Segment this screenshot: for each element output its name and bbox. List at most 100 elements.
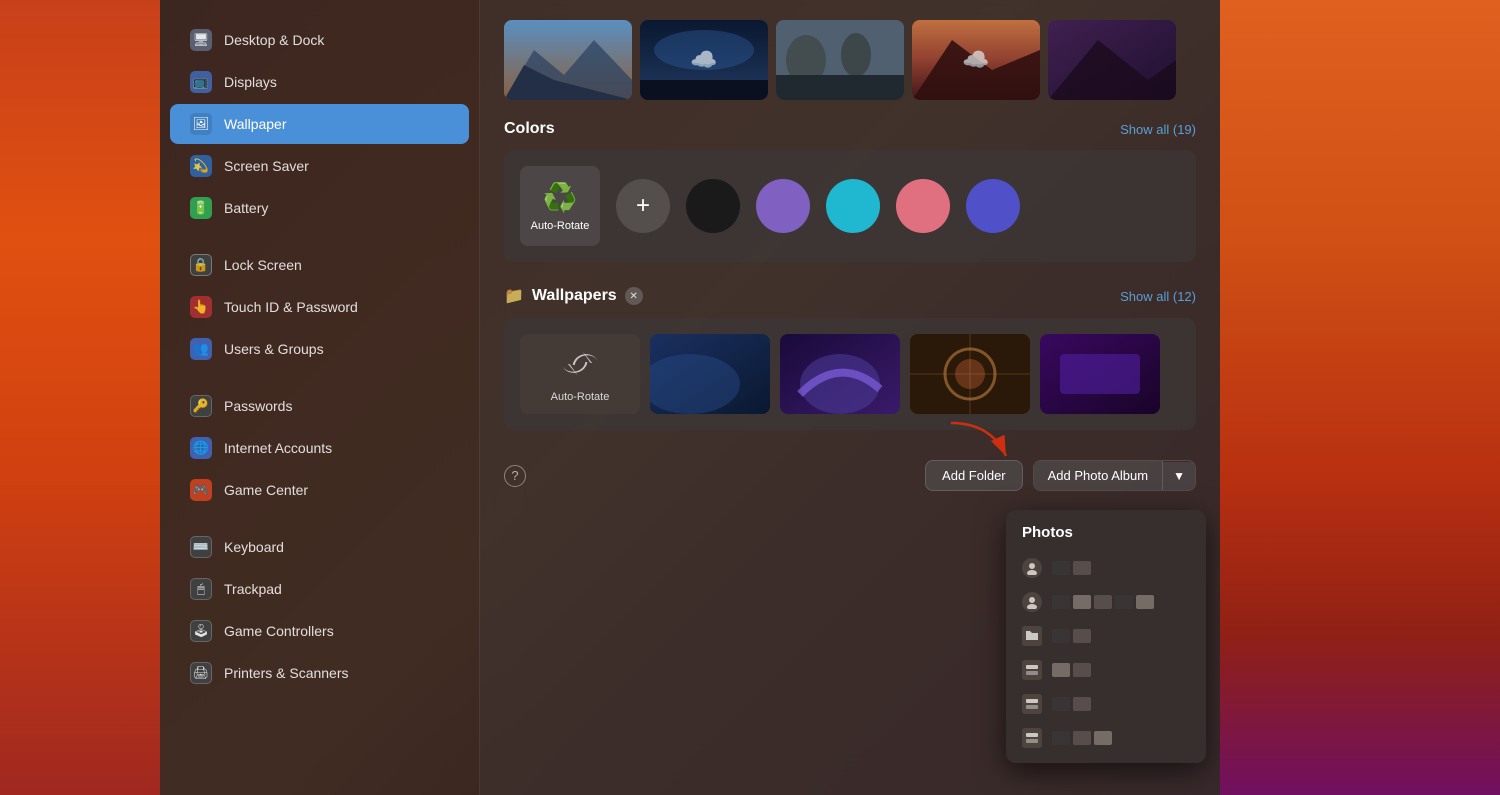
- game-center-icon: 🎮: [190, 479, 212, 501]
- help-button[interactable]: ?: [504, 465, 526, 487]
- wallpapers-header: 📁 Wallpapers ✕ Show all (12): [504, 286, 1196, 306]
- sidebar-item-game-center[interactable]: 🎮 Game Center: [170, 470, 469, 510]
- add-photo-album-button-group: Add Photo Album ▼: [1033, 460, 1196, 491]
- thumb-dark: [1052, 697, 1070, 711]
- dropdown-item-thumbs-4: [1052, 663, 1091, 677]
- main-window: 🖥 Desktop & Dock 📺 Displays 🖼 Wallpaper …: [160, 0, 1220, 795]
- thumb-light2: [1136, 595, 1154, 609]
- screen-saver-icon: 💫: [190, 155, 212, 177]
- stack-icon-1: [1022, 660, 1042, 680]
- folder-icon: 📁: [504, 286, 524, 306]
- color-swatch-black[interactable]: [686, 179, 740, 233]
- sidebar-item-lock-screen[interactable]: 🔒 Lock Screen: [170, 245, 469, 285]
- wallpapers-section: 📁 Wallpapers ✕ Show all (12) Auto-Rotate: [504, 286, 1196, 430]
- dropdown-item-6[interactable]: [1006, 721, 1206, 755]
- colors-show-all[interactable]: Show all (19): [1120, 122, 1196, 137]
- color-swatch-purple[interactable]: [756, 179, 810, 233]
- colors-auto-rotate-button[interactable]: ♻️ Auto-Rotate: [520, 166, 600, 246]
- thumb-dark: [1052, 595, 1070, 609]
- desktop-dock-icon: 🖥: [190, 29, 212, 51]
- sidebar-item-wallpaper[interactable]: 🖼 Wallpaper: [170, 104, 469, 144]
- sidebar-item-trackpad[interactable]: 🖱 Trackpad: [170, 569, 469, 609]
- sidebar-item-desktop-dock[interactable]: 🖥 Desktop & Dock: [170, 20, 469, 60]
- wallpapers-show-all[interactable]: Show all (12): [1120, 289, 1196, 304]
- dropdown-item-thumbs-1: [1052, 561, 1091, 575]
- dropdown-item-3[interactable]: [1006, 619, 1206, 653]
- dropdown-item-thumbs-6: [1052, 731, 1112, 745]
- sidebar-item-keyboard[interactable]: ⌨️ Keyboard: [170, 527, 469, 567]
- wallpaper-item-1[interactable]: [650, 334, 770, 414]
- add-folder-label: Add Folder: [942, 468, 1006, 483]
- battery-icon: 🔋: [190, 197, 212, 219]
- sidebar-item-label: Game Controllers: [224, 623, 334, 639]
- sidebar-item-label: Lock Screen: [224, 257, 302, 273]
- color-swatch-pink[interactable]: [896, 179, 950, 233]
- sidebar-item-label: Trackpad: [224, 581, 282, 597]
- wallpaper-thumb-2[interactable]: ☁️: [640, 20, 768, 100]
- wallpaper-item-3[interactable]: [910, 334, 1030, 414]
- dropdown-item-2[interactable]: [1006, 585, 1206, 619]
- users-groups-icon: 👥: [190, 338, 212, 360]
- sidebar-item-label: Displays: [224, 74, 277, 90]
- wallpaper-thumb-4[interactable]: ☁️: [912, 20, 1040, 100]
- cloud-download-icon-2: ☁️: [690, 47, 717, 73]
- sidebar-item-label: Keyboard: [224, 539, 284, 555]
- dropdown-item-4[interactable]: [1006, 653, 1206, 687]
- sidebar-item-battery[interactable]: 🔋 Battery: [170, 188, 469, 228]
- colors-title: Colors: [504, 120, 555, 138]
- dropdown-item-thumbs-3: [1052, 629, 1091, 643]
- colors-grid: ♻️ Auto-Rotate +: [504, 150, 1196, 262]
- wallpapers-grid: Auto-Rotate: [504, 318, 1196, 430]
- stack-icon-2: [1022, 694, 1042, 714]
- sidebar-item-label: Touch ID & Password: [224, 299, 358, 315]
- displays-icon: 📺: [190, 71, 212, 93]
- thumb-medium: [1073, 731, 1091, 745]
- sidebar-item-screen-saver[interactable]: 💫 Screen Saver: [170, 146, 469, 186]
- sidebar: 🖥 Desktop & Dock 📺 Displays 🖼 Wallpaper …: [160, 0, 480, 795]
- dropdown-item-thumbs-2: [1052, 595, 1154, 609]
- thumb-medium: [1073, 561, 1091, 575]
- add-photo-album-dropdown-button[interactable]: ▼: [1163, 462, 1195, 490]
- wallpaper-item-4[interactable]: [1040, 334, 1160, 414]
- sidebar-item-printers[interactable]: 🖨 Printers & Scanners: [170, 653, 469, 693]
- wallpaper-thumb-3[interactable]: [776, 20, 904, 100]
- person-icon-2: [1022, 592, 1042, 612]
- add-color-button[interactable]: +: [616, 179, 670, 233]
- dropdown-item-5[interactable]: [1006, 687, 1206, 721]
- thumb-medium: [1094, 595, 1112, 609]
- color-swatch-blue-purple[interactable]: [966, 179, 1020, 233]
- add-folder-button[interactable]: Add Folder: [925, 460, 1023, 491]
- wallpaper-thumb-5[interactable]: [1048, 20, 1176, 100]
- cloud-download-icon-4: ☁️: [962, 47, 989, 73]
- thumb-dark2: [1115, 595, 1133, 609]
- sidebar-item-label: Game Center: [224, 482, 308, 498]
- main-content-panel: ☁️: [480, 0, 1220, 795]
- dropdown-item-1[interactable]: [1006, 551, 1206, 585]
- thumb-medium: [1073, 697, 1091, 711]
- sidebar-item-passwords[interactable]: 🔑 Passwords: [170, 386, 469, 426]
- help-icon: ?: [511, 468, 518, 483]
- sidebar-item-touch-id[interactable]: 👆 Touch ID & Password: [170, 287, 469, 327]
- add-photo-album-main-button[interactable]: Add Photo Album: [1034, 461, 1163, 490]
- wallpapers-close-badge[interactable]: ✕: [625, 287, 643, 305]
- person-icon-1: [1022, 558, 1042, 578]
- wallpapers-auto-rotate-button[interactable]: Auto-Rotate: [520, 334, 640, 414]
- thumb-light: [1052, 663, 1070, 677]
- sidebar-item-users-groups[interactable]: 👥 Users & Groups: [170, 329, 469, 369]
- sidebar-item-game-controllers[interactable]: 🕹 Game Controllers: [170, 611, 469, 651]
- thumb-medium: [1073, 629, 1091, 643]
- sidebar-item-label: Screen Saver: [224, 158, 309, 174]
- lock-screen-icon: 🔒: [190, 254, 212, 276]
- bottom-action-buttons: Add Folder Add Photo Album: [925, 460, 1196, 491]
- thumb-dark: [1052, 629, 1070, 643]
- wallpaper-thumb-1[interactable]: [504, 20, 632, 100]
- dropdown-item-thumbs-5: [1052, 697, 1091, 711]
- thumb-light: [1073, 595, 1091, 609]
- keyboard-icon: ⌨️: [190, 536, 212, 558]
- sidebar-item-internet-accounts[interactable]: 🌐 Internet Accounts: [170, 428, 469, 468]
- bottom-bar: ? Add Folder Add Photo: [504, 450, 1196, 496]
- color-swatch-cyan[interactable]: [826, 179, 880, 233]
- wallpaper-item-2[interactable]: [780, 334, 900, 414]
- sidebar-item-displays[interactable]: 📺 Displays: [170, 62, 469, 102]
- wallpapers-title-group: 📁 Wallpapers ✕: [504, 286, 643, 306]
